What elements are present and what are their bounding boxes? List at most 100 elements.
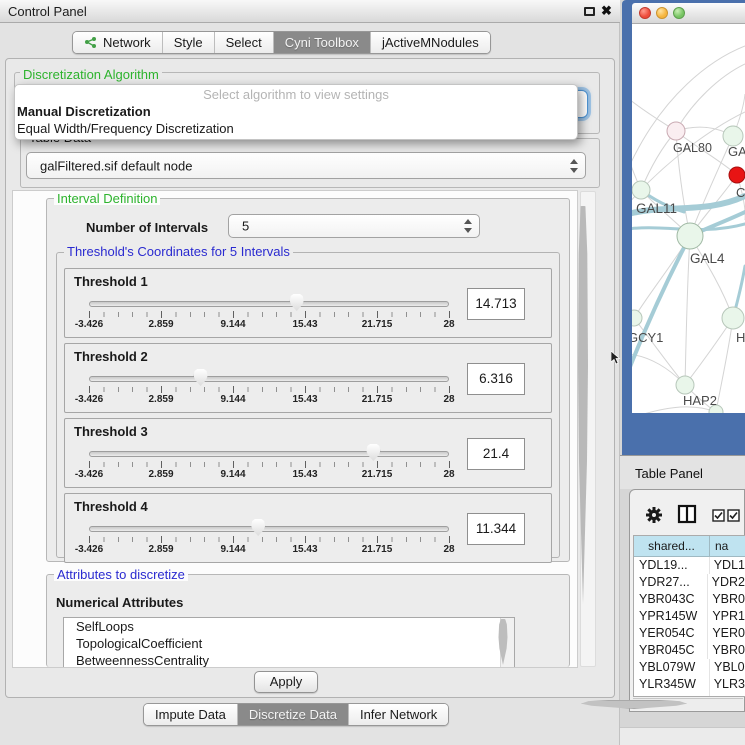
settings-vertical-scrollbar[interactable] [580,191,596,667]
network-node-gcy1[interactable] [632,310,642,326]
major-tick-mark [233,536,234,543]
zoom-traffic-light[interactable] [673,7,685,19]
tab-label: Cyni Toolbox [285,35,359,50]
table-row[interactable]: YBR045CYBR0 [634,642,745,659]
apply-button[interactable]: Apply [254,671,318,693]
table-cell: YIL0 [710,693,745,697]
major-tick-mark [449,386,450,393]
scrollbar-thumb[interactable] [578,206,588,604]
network-window-titlebar [632,3,745,24]
table-row[interactable]: YDR27...YDR2 [634,574,745,591]
bottom-tab-bar: Impute Data Discretize Data Infer Networ… [143,703,449,726]
tab-label: Impute Data [155,707,226,722]
gear-icon[interactable] [645,506,663,524]
network-graph: GAL80 GA C GAL11 GAL4 GCY1 H HAP2 [632,24,745,413]
major-tick-mark [449,311,450,318]
scrollbar-thumb[interactable] [499,619,508,665]
table-cell: YER0 [708,625,745,642]
number-of-intervals-label: Number of Intervals [86,220,208,235]
tick-label: -3.426 [75,544,103,555]
table-row[interactable]: YER054CYER0 [634,625,745,642]
table-cell: YBL0 [710,659,745,676]
number-of-intervals-combobox[interactable]: 5 [228,214,480,238]
tab-impute-data[interactable]: Impute Data [144,704,237,725]
threshold-value-field[interactable]: 6.316 [467,363,525,395]
table-data-combobox[interactable]: galFiltered.sif default node [26,152,586,179]
table-cell: YLR3 [710,676,745,693]
close-window-icon[interactable]: ✖ [601,3,612,19]
tab-label: Network [103,35,151,50]
threshold-slider[interactable]: -3.4262.8599.14415.4321.71528 [89,524,449,562]
numerical-attribute-item[interactable]: SelfLoops [64,618,514,635]
node-label-gcy1: GCY1 [632,330,663,345]
network-node-h[interactable] [722,307,744,329]
network-node-gal4[interactable] [677,223,703,249]
threshold-panel: Threshold 3 -3.4262.8599.14415.4321.7152… [64,418,552,488]
table-panel-footer [620,727,745,745]
node-table: shared... na YDL19...YDL1YDR27...YDR2YBR… [633,535,745,697]
table-row[interactable]: YIL052CYIL0 [634,693,745,697]
node-label-gal80: GAL80 [673,141,712,155]
network-node-gal80[interactable] [667,122,685,140]
tab-infer-network[interactable]: Infer Network [348,704,448,725]
split-columns-icon[interactable] [677,504,697,524]
network-node-hap2[interactable] [676,376,694,394]
major-tick-mark [305,461,306,468]
table-row[interactable]: YDL19...YDL1 [634,557,745,574]
table-row[interactable]: YLR345WYLR3 [634,676,745,693]
major-tick-mark [89,386,90,393]
node-label-hap2: HAP2 [683,393,717,408]
threshold-slider[interactable]: -3.4262.8599.14415.4321.71528 [89,449,449,487]
tab-network[interactable]: Network [73,32,162,53]
network-node-red-selected[interactable] [729,167,745,183]
major-tick-mark [161,386,162,393]
combo-stepper-icon[interactable] [463,219,473,233]
threshold-value-field[interactable]: 21.4 [467,438,525,470]
node-label-h: H [736,330,745,345]
threshold-value-field[interactable]: 11.344 [467,513,525,545]
table-cell: YDR27... [634,574,708,591]
threshold-slider[interactable]: -3.4262.8599.14415.4321.71528 [89,299,449,337]
table-body: YDL19...YDL1YDR27...YDR2YBR043CYBR0YPR14… [634,557,745,697]
table-data-selected-value: galFiltered.sif default node [40,158,192,173]
attributes-scrollbar[interactable] [500,618,514,667]
table-row[interactable]: YBL079WYBL0 [634,659,745,676]
network-node-top-right[interactable] [723,126,743,146]
column-header-shared-name[interactable]: shared... [634,536,710,556]
threshold-value-field[interactable]: 14.713 [467,288,525,320]
tab-style[interactable]: Style [162,32,214,53]
table-row[interactable]: YBR043CYBR0 [634,591,745,608]
major-tick-mark [377,311,378,318]
table-cell: YDR2 [708,574,745,591]
tab-cyni-toolbox[interactable]: Cyni Toolbox [273,32,370,53]
close-traffic-light[interactable] [639,7,651,19]
algorithm-option-manual[interactable]: Manual Discretization [17,104,151,119]
network-node-gal11[interactable] [632,181,650,199]
node-label-c: C [736,185,745,200]
select-columns-checkboxes-icon[interactable] [712,509,742,522]
minimize-traffic-light[interactable] [656,7,668,19]
tick-label: 15.43 [292,469,317,480]
numerical-attributes-list[interactable]: SelfLoopsTopologicalCoefficientBetweenne… [63,617,515,667]
numerical-attribute-item[interactable]: BetweennessCentrality [64,652,514,667]
tick-label: -3.426 [75,319,103,330]
numerical-attribute-item[interactable]: TopologicalCoefficient [64,635,514,652]
network-canvas[interactable]: GAL80 GA C GAL11 GAL4 GCY1 H HAP2 [632,24,745,413]
combo-stepper-icon[interactable] [569,159,579,173]
mouse-cursor [611,351,621,365]
tick-label: 2.859 [148,394,173,405]
float-window-icon[interactable] [584,7,595,16]
table-horizontal-scrollbar[interactable] [633,698,743,710]
table-row[interactable]: YPR145WYPR1 [634,608,745,625]
algorithm-option-equal-width[interactable]: Equal Width/Frequency Discretization [17,121,234,136]
tick-label: -3.426 [75,469,103,480]
tab-select[interactable]: Select [214,32,273,53]
threshold-slider[interactable]: -3.4262.8599.14415.4321.71528 [89,374,449,412]
column-header-name[interactable]: na [710,536,745,556]
tab-discretize-data[interactable]: Discretize Data [237,704,348,725]
tick-label: 15.43 [292,394,317,405]
tab-jactivemnodules[interactable]: jActiveMNodules [370,32,490,53]
table-cell: YDL1 [710,557,745,574]
tick-label: 21.715 [362,319,393,330]
slider-tick-area: -3.4262.8599.14415.4321.71528 [89,449,449,487]
